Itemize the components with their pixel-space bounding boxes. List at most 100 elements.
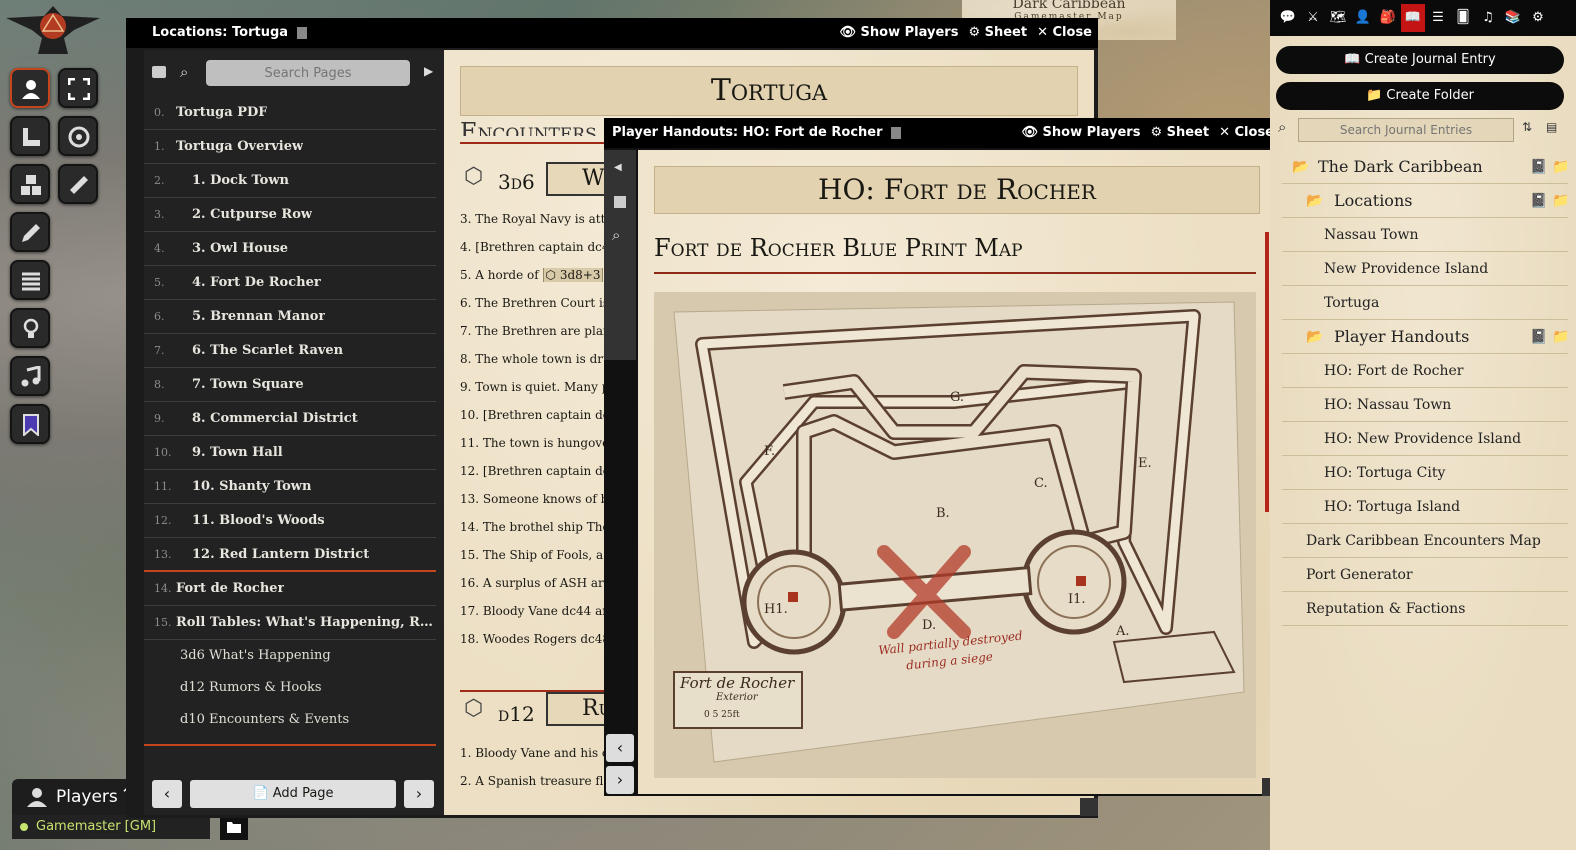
scrollbar[interactable] — [1265, 232, 1269, 512]
lightbulb-icon[interactable] — [10, 308, 50, 348]
measure-icon[interactable] — [10, 116, 50, 156]
sidebar-subitem[interactable]: d10 Encounters & Events — [180, 712, 349, 727]
prev-page-button[interactable]: ‹ — [152, 780, 182, 808]
toc-icon[interactable] — [614, 196, 626, 208]
journal-entry[interactable]: HO: Fort de Rocher — [1282, 354, 1568, 388]
sidebar-item-page[interactable]: 0. Tortuga PDF — [144, 96, 436, 130]
combat-icon[interactable]: ⚔ — [1301, 4, 1325, 32]
sidebar-item-page[interactable]: 15. Roll Tables: What's Happening, Rumors… — [144, 606, 436, 640]
locations-titlebar[interactable]: Locations: Tortuga 👁 Show Players ⚙ Shee… — [126, 18, 1098, 48]
journal-entry[interactable]: HO: Tortuga City — [1282, 456, 1568, 490]
sidebar-item-page[interactable]: 9. 8. Commercial District — [144, 402, 436, 436]
show-players-button[interactable]: 👁 Show Players — [1022, 118, 1141, 148]
journal-label: HO: New Providence Island — [1324, 431, 1522, 447]
map-label: B. — [936, 506, 950, 521]
close-button[interactable]: ✕ Close — [1219, 118, 1274, 148]
sheet-button[interactable]: ⚙ Sheet — [1150, 118, 1209, 148]
sidebar-item-page[interactable]: 5. 4. Fort De Rocher — [144, 266, 436, 300]
create-subfolder-icon[interactable]: 📁 — [1552, 193, 1569, 209]
sidebar-item-page[interactable]: 3. 2. Cutpurse Row — [144, 198, 436, 232]
sidebar-item-page[interactable]: 1. Tortuga Overview — [144, 130, 436, 164]
sidebar-item-page[interactable]: 6. 5. Brennan Manor — [144, 300, 436, 334]
page-number: 15. — [154, 616, 172, 629]
list-item: 15. The Ship of Fools, a group of — [460, 548, 620, 562]
actors-icon[interactable]: 👤 — [1351, 4, 1375, 32]
show-players-button[interactable]: 👁 Show Players — [840, 18, 959, 48]
create-entry-in-folder-icon[interactable]: 📓 — [1530, 193, 1547, 209]
handout-page-content: HO: Fort de Rocher Fort de Rocher Blue P… — [638, 150, 1278, 794]
sidebar-item-page[interactable]: 2. 1. Dock Town — [144, 164, 436, 198]
token-icon[interactable] — [10, 68, 50, 108]
tables-icon[interactable]: ☰ — [1426, 4, 1450, 32]
expand-sidebar-icon[interactable]: ◀ — [614, 162, 622, 173]
add-page-button[interactable]: 📄 Add Page — [190, 780, 396, 808]
sidebar-subitem[interactable]: 3d6 What's Happening — [180, 648, 331, 663]
create-subfolder-icon[interactable]: 📁 — [1552, 159, 1569, 175]
create-folder-button[interactable]: 📁 Create Folder — [1276, 82, 1564, 110]
journal-entry[interactable]: Port Generator — [1282, 558, 1568, 592]
journal-icon[interactable]: 📖 — [1401, 4, 1425, 32]
playlists-icon[interactable]: ♫ — [1476, 4, 1500, 32]
folder-icon[interactable] — [220, 816, 248, 840]
fullscreen-icon[interactable] — [58, 68, 98, 108]
pencil-icon[interactable] — [10, 212, 50, 252]
resize-handle-icon[interactable] — [1080, 798, 1098, 816]
chat-icon[interactable]: 💬 — [1276, 4, 1300, 32]
settings-icon[interactable]: ⚙ — [1526, 4, 1550, 32]
journal-entry[interactable]: HO: New Providence Island — [1282, 422, 1568, 456]
cards-icon[interactable]: 🂠 — [1451, 4, 1475, 32]
grid-icon[interactable] — [10, 260, 50, 300]
sheet-button[interactable]: ⚙ Sheet — [968, 18, 1027, 48]
sidebar-item-page[interactable]: 14. Fort de Rocher — [144, 572, 436, 606]
dice-roll-link[interactable]: ⬡ 3d8+3 — [542, 268, 604, 282]
map-icon[interactable]: 🗺 — [1326, 4, 1350, 32]
search-icon[interactable]: ⌕ — [612, 226, 620, 244]
page-label: 5. Brennan Manor — [192, 309, 326, 324]
close-button[interactable]: ✕ Close — [1037, 18, 1092, 48]
create-entry-in-folder-icon[interactable]: 📓 — [1530, 159, 1547, 175]
page-number: 11. — [154, 480, 172, 493]
handout-titlebar[interactable]: Player Handouts: HO: Fort de Rocher 👁 Sh… — [604, 118, 1280, 148]
search-journal-input[interactable] — [1298, 118, 1514, 142]
create-entry-in-folder-icon[interactable]: 📓 — [1530, 329, 1547, 345]
journal-entry[interactable]: Nassau Town — [1282, 218, 1568, 252]
journal-entry[interactable]: Reputation & Factions — [1282, 592, 1568, 626]
journal-entry[interactable]: New Providence Island — [1282, 252, 1568, 286]
map-label: I1. — [1068, 592, 1086, 607]
sort-icon[interactable]: ⇅ — [1522, 120, 1532, 134]
journal-entry[interactable]: HO: Tortuga Island — [1282, 490, 1568, 524]
map-label: G. — [950, 390, 965, 405]
collapse-folders-icon[interactable]: ▤ — [1546, 120, 1557, 134]
create-journal-entry-button[interactable]: 📖 Create Journal Entry — [1276, 46, 1564, 74]
sidebar-item-page[interactable]: 4. 3. Owl House — [144, 232, 436, 266]
items-icon[interactable]: 🎒 — [1376, 4, 1400, 32]
journal-folder[interactable]: 📂 📓 📁 Player Handouts — [1282, 320, 1569, 354]
next-page-button[interactable]: › — [404, 780, 434, 808]
journal-entry[interactable]: HO: Nassau Town — [1282, 388, 1568, 422]
music-icon[interactable] — [10, 356, 50, 396]
collapse-sidebar-icon[interactable]: ▶ — [424, 64, 433, 78]
search-pages-input[interactable] — [206, 60, 410, 86]
sidebar-item-page[interactable]: 12. 11. Blood's Woods — [144, 504, 436, 538]
target-icon[interactable] — [58, 116, 98, 156]
journal-folder[interactable]: 📂 📓 📁 The Dark Caribbean — [1282, 150, 1569, 184]
prev-page-button[interactable]: ‹ — [606, 734, 634, 762]
sidebar-subitem[interactable]: d12 Rumors & Hooks — [180, 680, 322, 695]
toc-icon[interactable] — [152, 66, 166, 78]
sidebar-item-page[interactable]: 13. 12. Red Lantern District — [144, 538, 436, 572]
ruler-icon[interactable] — [58, 164, 98, 204]
sidebar-item-page[interactable]: 11. 10. Shanty Town — [144, 470, 436, 504]
dice-icon[interactable] — [10, 164, 50, 204]
next-page-button[interactable]: › — [606, 766, 634, 794]
create-subfolder-icon[interactable]: 📁 — [1552, 329, 1569, 345]
journal-entry[interactable]: Tortuga — [1282, 286, 1568, 320]
sidebar-item-page[interactable]: 10. 9. Town Hall — [144, 436, 436, 470]
page-label: 12. Red Lantern District — [192, 547, 370, 562]
players-panel[interactable]: Players ⌃ — [12, 779, 144, 815]
journal-folder[interactable]: 📂 📓 📁 Locations — [1282, 184, 1569, 218]
bookmark-icon[interactable] — [10, 404, 50, 444]
journal-entry[interactable]: Dark Caribbean Encounters Map — [1282, 524, 1568, 558]
compendium-icon[interactable]: 📚 — [1501, 4, 1525, 32]
sidebar-item-page[interactable]: 7. 6. The Scarlet Raven — [144, 334, 436, 368]
sidebar-item-page[interactable]: 8. 7. Town Square — [144, 368, 436, 402]
